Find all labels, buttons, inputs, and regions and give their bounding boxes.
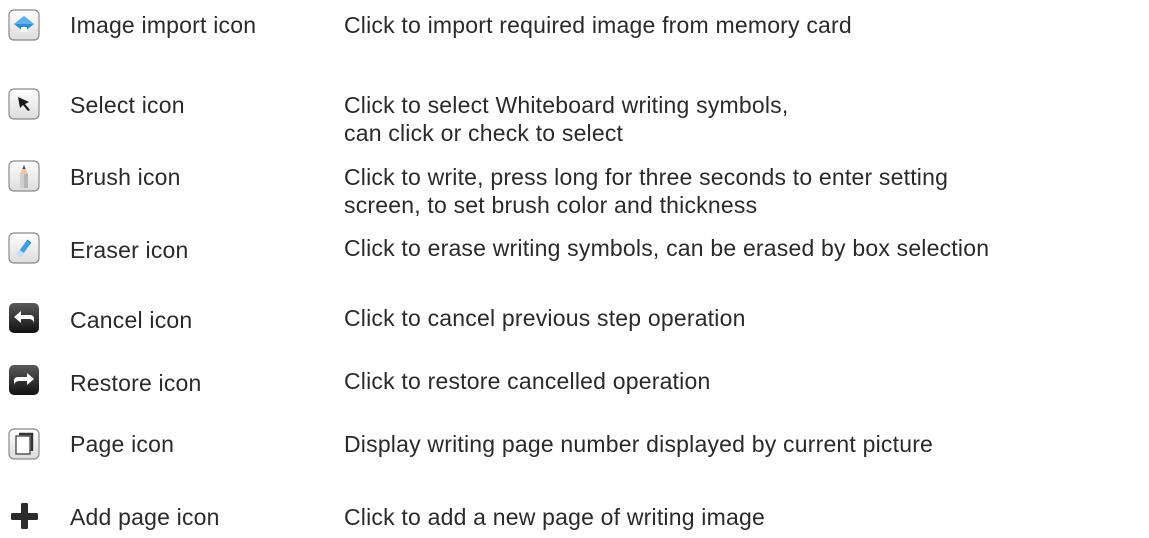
item-name: Eraser icon bbox=[70, 237, 189, 263]
eraser-icon bbox=[8, 232, 40, 264]
item-name: Select icon bbox=[70, 92, 185, 118]
description-line: Click to import required image from memo… bbox=[344, 12, 852, 38]
add-page-plus-icon bbox=[8, 500, 40, 532]
item-description: Click to add a new page of writing image bbox=[344, 503, 765, 531]
description-line: Click to select Whiteboard writing symbo… bbox=[344, 92, 789, 118]
restore-redo-icon bbox=[8, 364, 40, 396]
description-line: can click or check to select bbox=[344, 120, 624, 146]
description-line: Click to cancel previous step operation bbox=[344, 305, 746, 331]
item-description: Click to select Whiteboard writing symbo… bbox=[344, 91, 788, 147]
item-name: Brush icon bbox=[70, 164, 181, 190]
item-description: Click to restore cancelled operation bbox=[344, 367, 710, 395]
description-line: Click to erase writing symbols, can be e… bbox=[344, 235, 990, 261]
item-name: Cancel icon bbox=[70, 307, 193, 333]
image-import-icon bbox=[8, 9, 40, 41]
item-description: Click to write, press long for three sec… bbox=[344, 163, 948, 219]
item-name: Restore icon bbox=[70, 370, 202, 396]
item-description: Click to erase writing symbols, can be e… bbox=[344, 234, 989, 262]
item-description: Click to cancel previous step operation bbox=[344, 304, 746, 332]
description-line: Display writing page number displayed by… bbox=[344, 431, 934, 457]
item-description: Display writing page number displayed by… bbox=[344, 430, 933, 458]
item-name: Image import icon bbox=[70, 12, 257, 38]
description-line: screen, to set brush color and thickness bbox=[344, 192, 758, 218]
select-arrow-icon bbox=[8, 88, 40, 120]
description-line: Click to add a new page of writing image bbox=[344, 504, 765, 530]
brush-pencil-icon bbox=[8, 160, 40, 192]
cancel-undo-icon bbox=[8, 302, 40, 334]
page-icon bbox=[8, 428, 40, 460]
item-name: Page icon bbox=[70, 431, 175, 457]
description-line: Click to restore cancelled operation bbox=[344, 368, 711, 394]
item-description: Click to import required image from memo… bbox=[344, 11, 852, 39]
item-name: Add page icon bbox=[70, 504, 220, 530]
description-line: Click to write, press long for three sec… bbox=[344, 164, 949, 190]
